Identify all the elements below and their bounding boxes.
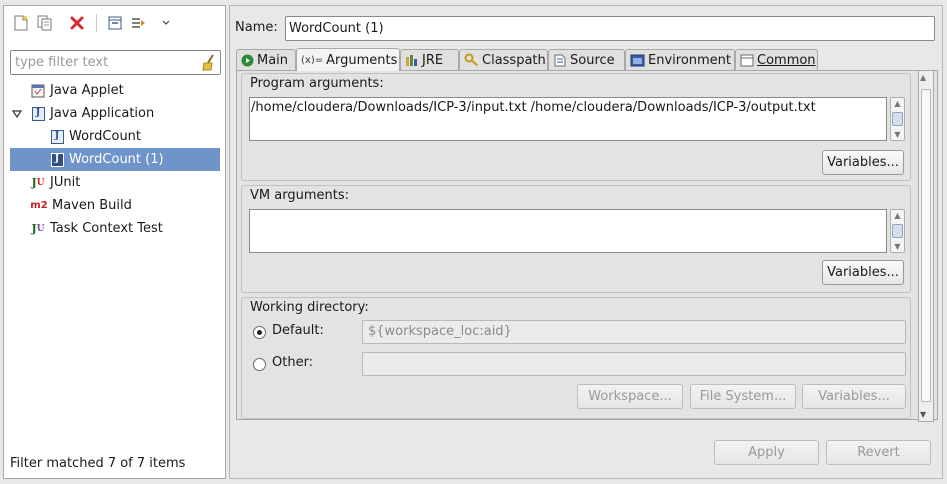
launch-config-editor-panel: Name: Main (x)= Arguments JRE Classpath (229, 5, 943, 479)
tab-label: Arguments (326, 52, 398, 68)
program-args-variables-button[interactable]: Variables... (822, 150, 904, 175)
tab-classpath[interactable]: Classpath (459, 49, 548, 70)
program-arguments-group: Program arguments: /home/cloudera/Downlo… (241, 73, 911, 181)
task-context-icon: JU (31, 222, 45, 235)
tree-item-label: Task Context Test (50, 221, 163, 236)
tree-item-label: Java Application (50, 106, 155, 121)
vm-arguments-textarea[interactable] (249, 209, 887, 253)
tree-item-task-context-test[interactable]: JU Task Context Test (30, 217, 163, 240)
clear-filter-broom-icon[interactable] (201, 54, 217, 75)
vm-arguments-scrollbar[interactable]: ▲ ▼ (890, 209, 905, 253)
program-arguments-scrollbar[interactable]: ▲ ▼ (890, 97, 905, 141)
tab-label: JRE (422, 52, 444, 68)
java-file-icon: J (49, 129, 65, 145)
scroll-down-icon[interactable]: ▼ (891, 241, 904, 252)
config-name-input[interactable] (285, 16, 935, 41)
vm-arguments-title: VM arguments: (250, 188, 349, 203)
tree-item-label: Java Applet (50, 83, 124, 98)
scroll-down-icon[interactable]: ▼ (891, 129, 904, 140)
arguments-tab-content: Program arguments: /home/cloudera/Downlo… (236, 70, 938, 420)
tab-content-scrollbar[interactable]: ▲ ▼ (918, 70, 934, 422)
tab-common[interactable]: Common (735, 49, 818, 70)
other-dir-label: Other: (272, 355, 314, 370)
tab-arguments[interactable]: (x)= Arguments (296, 48, 400, 71)
default-dir-label: Default: (272, 323, 324, 338)
vm-args-variables-button[interactable]: Variables... (822, 260, 904, 285)
tab-label: Source (570, 52, 615, 68)
tab-jre[interactable]: JRE (400, 49, 459, 70)
java-app-icon: J (30, 106, 46, 122)
tree-item-label: Maven Build (52, 198, 132, 213)
filter-input[interactable] (11, 51, 197, 74)
main-tab-icon (241, 54, 254, 67)
name-label: Name: (235, 20, 278, 35)
scroll-thumb[interactable] (921, 89, 931, 402)
tab-main[interactable]: Main (236, 49, 296, 70)
maven-icon: m2 (30, 200, 48, 211)
scroll-up-icon[interactable]: ▲ (891, 210, 904, 221)
revert-button[interactable]: Revert (826, 440, 931, 465)
toolbar-separator (96, 14, 97, 32)
java-file-icon: J (49, 152, 65, 168)
tab-label: Common (757, 52, 816, 68)
expand-triangle-icon[interactable] (11, 106, 23, 122)
tab-label: Environment (648, 52, 732, 68)
config-tab-bar: Main (x)= Arguments JRE Classpath Source (236, 48, 936, 71)
scroll-up-icon[interactable]: ▲ (920, 73, 926, 82)
scroll-up-icon[interactable]: ▲ (891, 98, 904, 109)
filter-configs-icon[interactable] (130, 14, 148, 32)
tree-item-wordcount[interactable]: J WordCount (49, 125, 141, 148)
tree-item-wordcount-1[interactable]: J WordCount (1) (10, 148, 220, 171)
apply-button[interactable]: Apply (714, 440, 819, 465)
working-directory-title: Working directory: (250, 300, 369, 315)
tab-source[interactable]: Source (548, 49, 625, 70)
source-tab-icon (553, 53, 567, 67)
other-dir-field[interactable] (362, 352, 906, 376)
scroll-thumb[interactable] (892, 224, 903, 238)
view-menu-chevron-icon[interactable] (160, 14, 172, 32)
other-dir-radio[interactable] (253, 358, 266, 371)
environment-tab-icon (630, 54, 645, 67)
applet-icon (30, 83, 46, 99)
tree-item-junit[interactable]: JU JUnit (30, 171, 80, 194)
tree-item-label: WordCount (1) (69, 152, 164, 167)
delete-config-icon[interactable] (68, 14, 86, 32)
launch-config-list-panel: Java Applet J Java Application J WordCou… (3, 5, 226, 479)
workspace-button[interactable]: Workspace... (577, 384, 683, 409)
scroll-thumb[interactable] (892, 112, 903, 126)
scroll-down-icon[interactable]: ▼ (920, 410, 926, 419)
junit-icon: JU (31, 176, 45, 189)
filter-field[interactable] (10, 50, 221, 75)
collapse-all-icon[interactable] (106, 14, 124, 32)
default-dir-radio[interactable] (253, 326, 266, 339)
program-arguments-title: Program arguments: (250, 76, 384, 91)
default-dir-field: ${workspace_loc:aid} (362, 320, 906, 344)
tree-item-maven-build[interactable]: m2 Maven Build (30, 194, 132, 217)
common-tab-icon (740, 54, 754, 67)
tree-item-java-applet[interactable]: Java Applet (30, 79, 124, 102)
jre-tab-icon (405, 53, 419, 67)
filter-status-text: Filter matched 7 of 7 items (10, 456, 186, 471)
working-dir-variables-button[interactable]: Variables... (802, 384, 906, 409)
working-directory-group: Working directory: Default: ${workspace_… (241, 297, 911, 419)
tab-label: Main (257, 52, 289, 68)
tree-item-label: JUnit (50, 175, 81, 190)
vm-arguments-group: VM arguments: ▲ ▼ Variables... (241, 185, 911, 293)
duplicate-config-icon[interactable] (36, 14, 54, 32)
tab-label: Classpath (482, 52, 546, 68)
new-config-icon[interactable] (12, 14, 30, 32)
file-system-button[interactable]: File System... (690, 384, 796, 409)
tree-item-java-application[interactable]: J Java Application (11, 102, 154, 125)
tree-item-label: WordCount (69, 129, 142, 144)
program-arguments-text: /home/cloudera/Downloads/ICP-3/input.txt… (251, 100, 816, 115)
classpath-tab-icon (464, 53, 479, 67)
arguments-tab-icon: (x)= (301, 54, 324, 66)
program-arguments-textarea[interactable]: /home/cloudera/Downloads/ICP-3/input.txt… (249, 97, 887, 141)
tab-environment[interactable]: Environment (625, 49, 735, 70)
